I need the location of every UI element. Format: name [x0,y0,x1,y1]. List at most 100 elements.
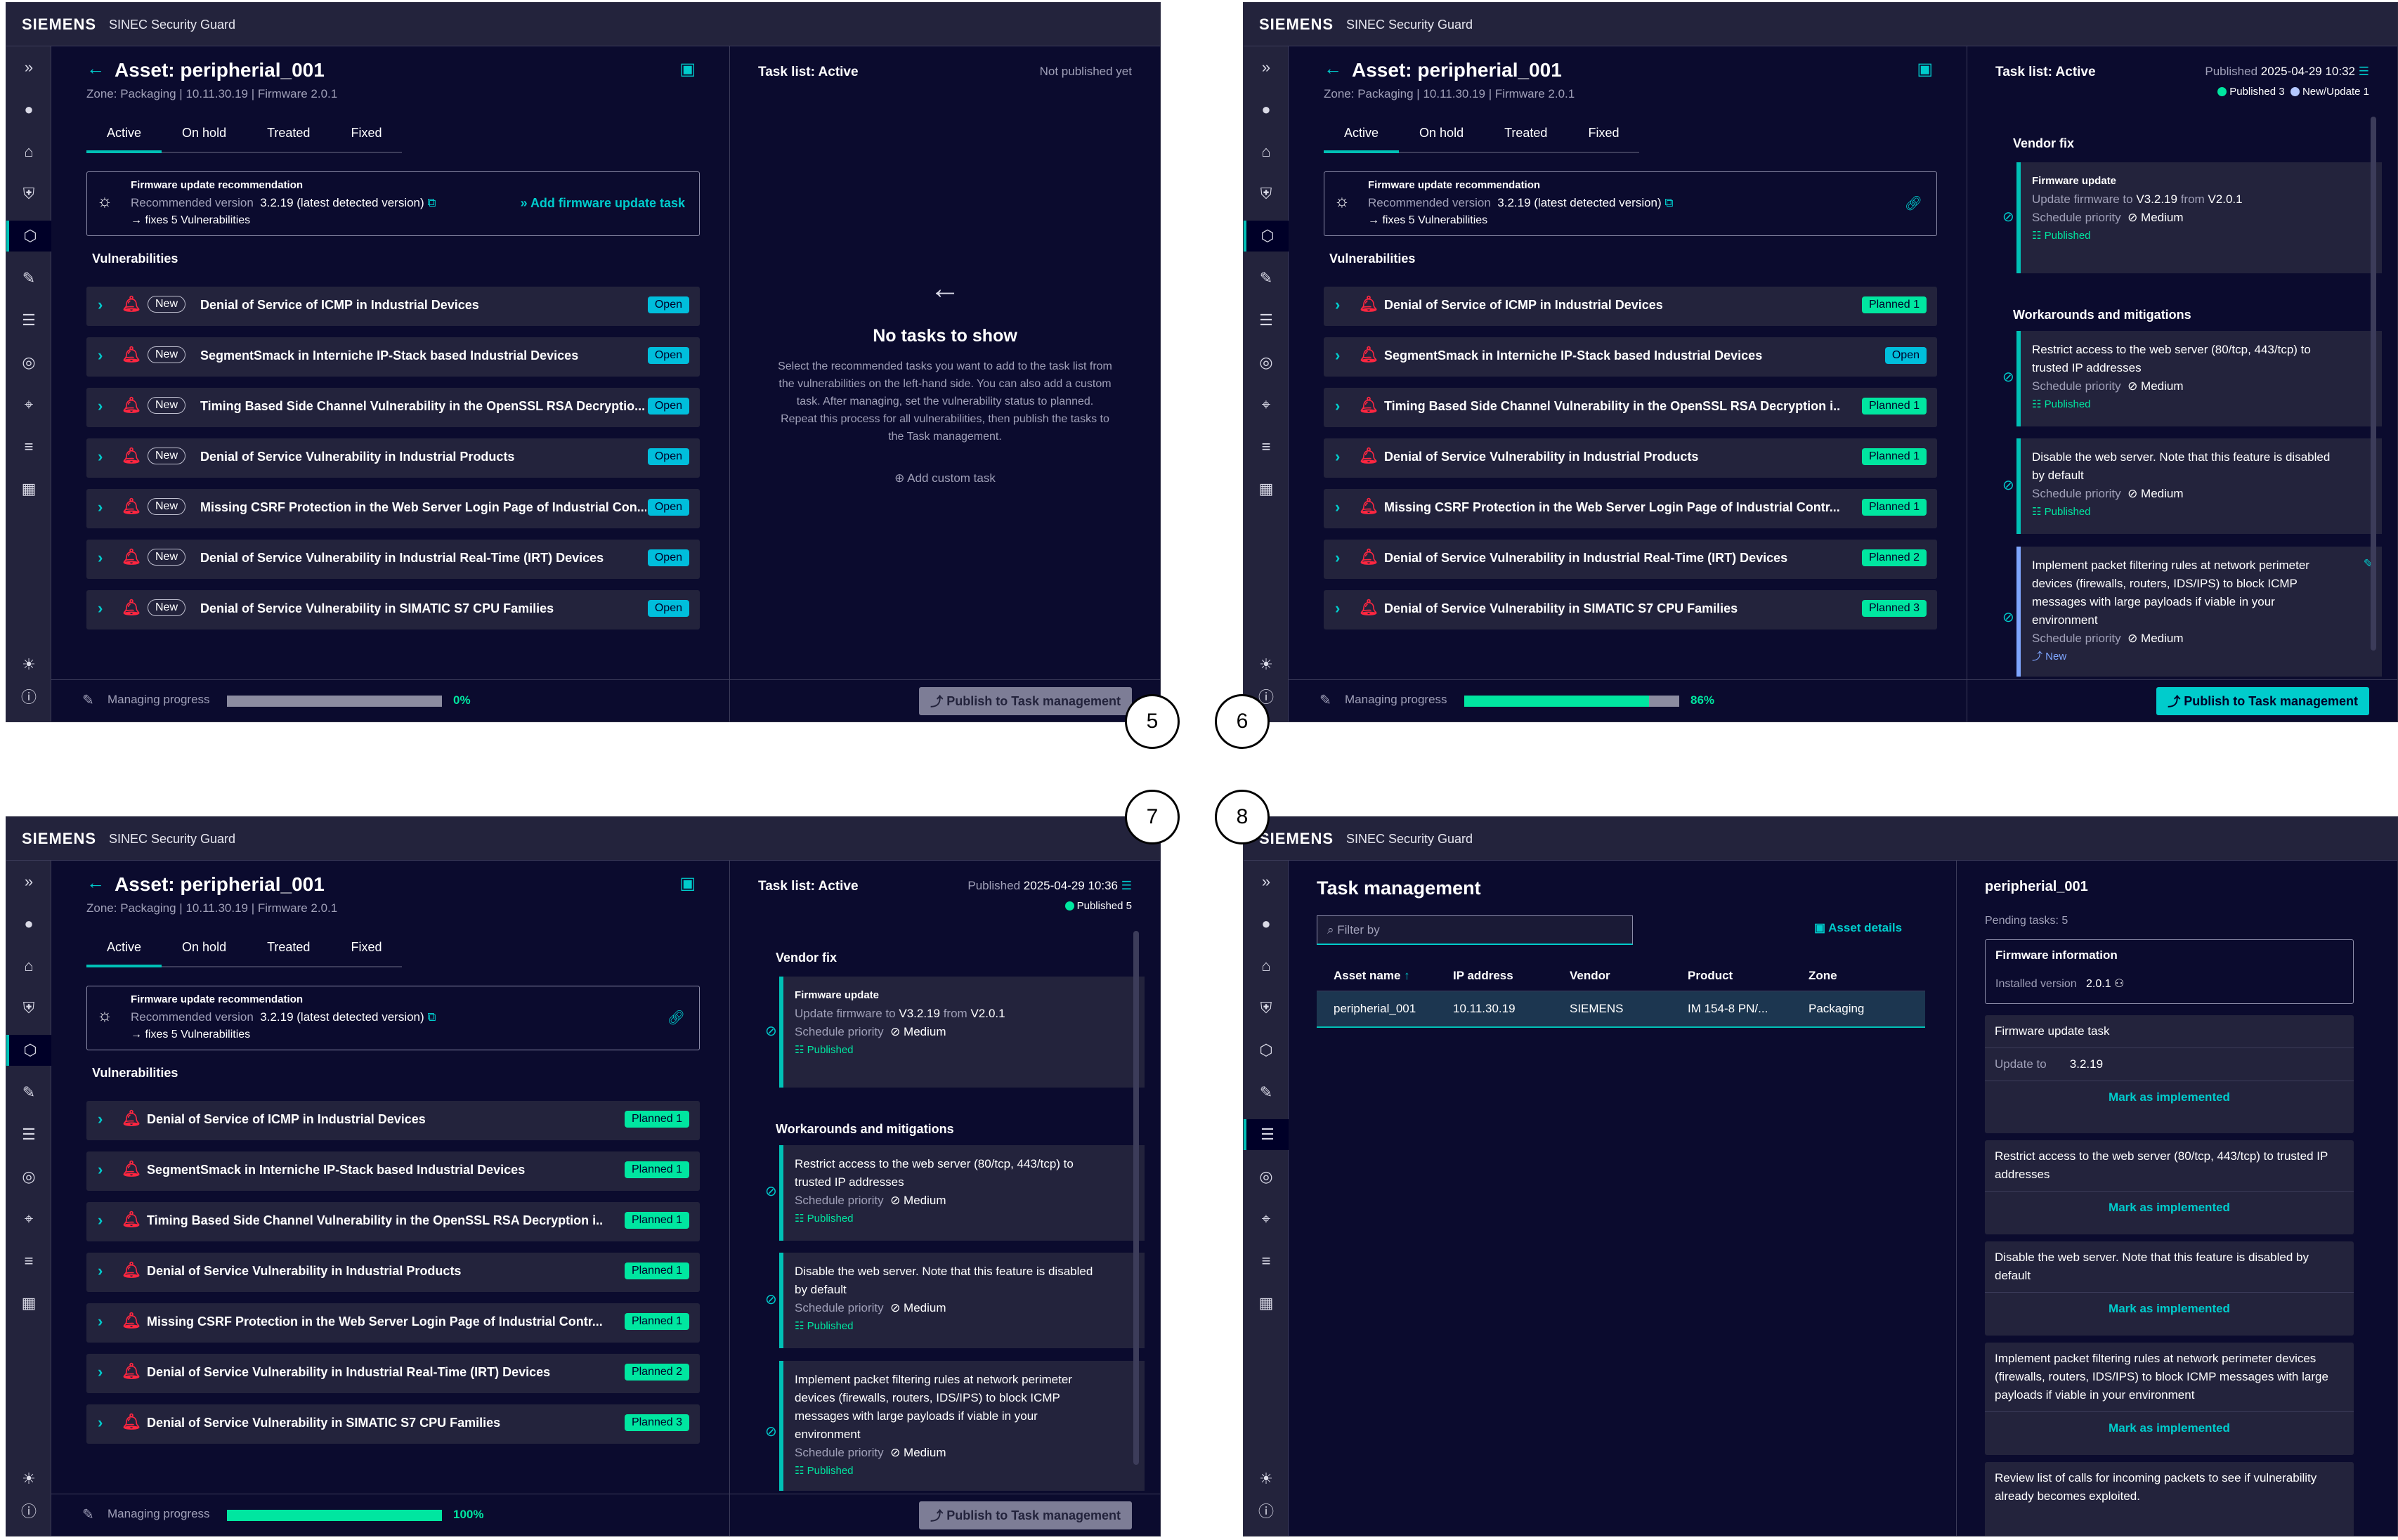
publish-button[interactable]: ⤴ Publish to Task management [2156,687,2369,715]
tab-fixed[interactable]: Fixed [330,120,402,152]
publish-button[interactable]: ⤴ Publish to Task management [919,1501,1132,1529]
link-icon[interactable]: 🔗︎ [1905,195,1922,212]
add-firmware-task-button[interactable]: » Add firmware update task [521,196,685,211]
shield-icon[interactable]: ⛨ [1244,178,1289,209]
database-icon[interactable]: ◎ [1244,347,1289,378]
vuln-row[interactable]: › 🔔︎ SegmentSmack in Interniche IP-Stack b… [86,1151,700,1191]
mark-implemented-button[interactable]: Mark as implemented [1985,1293,2354,1325]
task-card-firmware[interactable]: Firmware update Update firmware to V3.2.… [779,977,1145,1088]
vuln-row[interactable]: › 🔔︎ New Timing Based Side Channel Vulnerab… [86,388,700,427]
vuln-row[interactable]: › 🔔︎ New Denial of Service Vulnerability in… [86,540,700,579]
home-icon[interactable]: ⌂ [1244,951,1289,981]
tab-active[interactable]: Active [1324,120,1400,153]
chevron-right-icon[interactable]: › [1335,448,1340,466]
expand-icon[interactable]: » [6,866,51,897]
tool-icon[interactable]: ✎ [1244,263,1289,294]
tool-icon[interactable]: ✎ [6,263,51,294]
chevron-right-icon[interactable]: › [98,1110,103,1128]
assets-icon[interactable]: ⬡ [6,221,51,252]
chart-icon[interactable]: ▦ [6,474,51,504]
chevron-right-icon[interactable]: › [98,448,103,466]
vuln-row[interactable]: › 🔔︎ Missing CSRF Protection in the Web Se… [1324,489,1937,528]
asset-details-button[interactable]: ▣ Asset details [1814,921,1902,935]
list-icon[interactable]: ≡ [6,431,51,462]
user-avatar-icon[interactable]: ● [1244,94,1289,125]
chevron-right-icon[interactable]: › [1335,549,1340,567]
chevron-right-icon[interactable]: › [1335,346,1340,365]
vuln-row[interactable]: › 🔔︎ SegmentSmack in Interniche IP-Stack b… [1324,337,1937,377]
col-zone[interactable]: Zone [1809,969,1921,983]
mark-implemented-button[interactable]: Mark as implemented [1985,1081,2354,1114]
chevron-right-icon[interactable]: › [1335,498,1340,516]
tab-fixed[interactable]: Fixed [1568,120,1639,152]
task-card-disable[interactable]: Disable the web server. Note that this f… [2016,438,2382,534]
vuln-row[interactable]: › 🔔︎ New Denial of Service of ICMP in Indus… [86,287,700,326]
col-ip[interactable]: IP address [1453,969,1570,983]
chevron-right-icon[interactable]: › [98,1161,103,1179]
col-asset-name[interactable]: Asset name ↑ [1317,969,1453,983]
assets-icon[interactable]: ⬡ [1244,1035,1289,1066]
user-avatar-icon[interactable]: ● [1244,908,1289,939]
chevron-right-icon[interactable]: › [98,1363,103,1381]
mark-implemented-button[interactable]: Mark as implemented [1985,1192,2354,1224]
chevron-right-icon[interactable]: › [98,498,103,516]
shield-icon[interactable]: ⛨ [1244,993,1289,1024]
chevron-right-icon[interactable]: › [98,549,103,567]
chevron-right-icon[interactable]: › [1335,397,1340,415]
mark-implemented-button[interactable]: Mark as implemented [1985,1412,2354,1444]
vuln-row[interactable]: › 🔔︎ Denial of Service Vulnerability in In… [86,1253,700,1292]
task-card-packet-filter[interactable]: Implement packet filtering rules at netw… [779,1361,1145,1491]
database-icon[interactable]: ◎ [6,347,51,378]
info-icon[interactable]: ⓘ [6,1495,51,1526]
vuln-row[interactable]: › 🔔︎ New SegmentSmack in Interniche IP-Stac… [86,337,700,377]
user-avatar-icon[interactable]: ● [6,94,51,125]
link-icon[interactable]: 🔗︎ [667,1009,685,1026]
brightness-icon[interactable]: ☀ [1244,649,1289,680]
scrollbar[interactable] [2371,117,2376,651]
task-card-restrict[interactable]: Restrict access to the web server (80/tc… [2016,331,2382,426]
expand-icon[interactable]: » [6,52,51,83]
chevron-right-icon[interactable]: › [98,1414,103,1432]
brightness-icon[interactable]: ☀ [6,1463,51,1494]
brightness-icon[interactable]: ☀ [6,649,51,680]
publish-button[interactable]: ⤴ Publish to Task management [919,687,1132,715]
chart-icon[interactable]: ▦ [1244,474,1289,504]
col-product[interactable]: Product [1688,969,1809,983]
vuln-row[interactable]: › 🔔︎ Denial of Service Vulnerability in SI… [86,1404,700,1444]
home-icon[interactable]: ⌂ [1244,136,1289,167]
task-card-firmware[interactable]: Firmware update Update firmware to V3.2.… [2016,162,2382,273]
tab-active[interactable]: Active [86,934,162,967]
info-icon[interactable]: ⓘ [6,681,51,712]
vuln-row[interactable]: › 🔔︎ Denial of Service Vulnerability in In… [86,1354,700,1393]
id-card-icon[interactable]: ▣ [1917,59,1933,79]
tab-fixed[interactable]: Fixed [330,934,402,966]
tool-icon[interactable]: ✎ [6,1077,51,1108]
vuln-row[interactable]: › 🔔︎ Denial of Service of ICMP in Industri… [86,1101,700,1140]
vuln-row[interactable]: › 🔔︎ Timing Based Side Channel Vulnerabili… [1324,388,1937,427]
tab-treated[interactable]: Treated [1484,120,1568,152]
vuln-row[interactable]: › 🔔︎ New Denial of Service Vulnerability in… [86,438,700,478]
vuln-row[interactable]: › 🔔︎ Missing CSRF Protection in the Web Se… [86,1303,700,1343]
id-card-icon[interactable]: ▣ [679,873,696,894]
location-icon[interactable]: ⌖ [1244,389,1289,420]
col-vendor[interactable]: Vendor [1570,969,1688,983]
tab-active[interactable]: Active [86,120,162,153]
tab-on-hold[interactable]: On hold [1399,120,1484,152]
back-arrow-icon[interactable]: ← [1324,58,1342,79]
home-icon[interactable]: ⌂ [6,136,51,167]
vuln-row[interactable]: › 🔔︎ Denial of Service of ICMP in Industri… [1324,287,1937,326]
home-icon[interactable]: ⌂ [6,951,51,981]
assets-icon[interactable]: ⬡ [6,1035,51,1066]
back-arrow-icon[interactable]: ← [86,58,105,79]
chevron-right-icon[interactable]: › [98,1262,103,1280]
list-icon[interactable]: ≡ [6,1246,51,1277]
shield-icon[interactable]: ⛨ [6,178,51,209]
tab-on-hold[interactable]: On hold [162,934,247,966]
tasks-icon[interactable]: ☰ [1244,1119,1289,1150]
assets-icon[interactable]: ⬡ [1244,221,1289,252]
location-icon[interactable]: ⌖ [6,1203,51,1234]
location-icon[interactable]: ⌖ [6,389,51,420]
task-card-restrict[interactable]: Restrict access to the web server (80/tc… [779,1145,1145,1241]
tab-treated[interactable]: Treated [247,934,330,966]
tasks-icon[interactable]: ☰ [6,1119,51,1150]
